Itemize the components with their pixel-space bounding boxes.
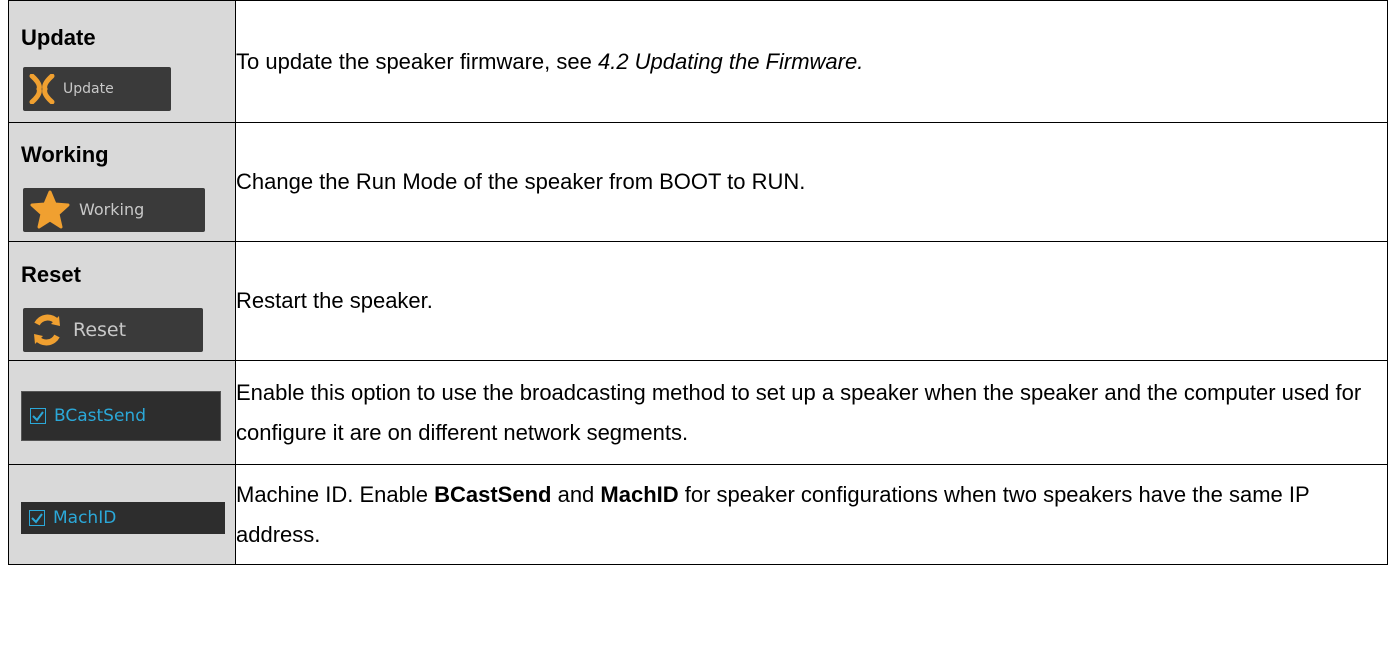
reset-button-label: Reset bbox=[73, 318, 127, 341]
description-cell: Restart the speaker. bbox=[235, 241, 1388, 361]
description-text: Machine ID. Enable bbox=[236, 481, 435, 507]
bcastsend-label: BCastSend bbox=[54, 405, 146, 426]
label-cell: BCastSend bbox=[8, 360, 236, 465]
table-row-update: Update Update To update the speaker firm… bbox=[8, 0, 1388, 123]
table-row-machid: MachID Machine ID. Enable BCastSend and … bbox=[8, 464, 1388, 565]
description-text: and bbox=[551, 481, 601, 507]
bold-term: MachID bbox=[600, 481, 679, 507]
bold-term: BCastSend bbox=[434, 481, 552, 507]
label-cell: Reset Reset bbox=[8, 241, 236, 361]
label-cell: Working Working bbox=[8, 122, 236, 242]
checkbox-box bbox=[30, 407, 46, 424]
description-cell: Change the Run Mode of the speaker from … bbox=[235, 122, 1388, 242]
bcastsend-checkbox[interactable]: BCastSend bbox=[21, 390, 221, 441]
row-label: Update bbox=[21, 24, 96, 50]
firmware-reference: 4.2 Updating the Firmware. bbox=[597, 48, 864, 74]
checkmark-icon bbox=[31, 512, 43, 524]
reset-button[interactable]: Reset bbox=[23, 307, 203, 352]
description-cell: Machine ID. Enable BCastSend and MachID … bbox=[235, 464, 1388, 565]
refresh-icon bbox=[34, 314, 60, 345]
label-cell: MachID bbox=[8, 464, 236, 565]
checkmark-icon bbox=[32, 410, 44, 422]
description-text: Restart the speaker. bbox=[236, 288, 433, 313]
working-button[interactable]: Working bbox=[23, 187, 205, 232]
description-cell: Enable this option to use the broadcasti… bbox=[235, 360, 1388, 465]
function-table: Update Update To update the speaker firm… bbox=[8, 0, 1388, 565]
machid-label: MachID bbox=[53, 507, 117, 528]
label-cell: Update Update bbox=[8, 0, 236, 123]
update-button[interactable]: Update bbox=[23, 66, 171, 111]
update-icon bbox=[29, 73, 55, 104]
description-text: To update the speaker firmware, see bbox=[236, 48, 598, 74]
update-button-label: Update bbox=[63, 80, 114, 97]
table-row-working: Working Working Change the Run Mode of t… bbox=[8, 122, 1388, 242]
table-row-reset: Reset Reset Restart the speaker. bbox=[8, 241, 1388, 361]
description-text: Enable this option to use the broadcasti… bbox=[236, 379, 1362, 445]
table-row-bcastsend: BCastSend Enable this option to use the … bbox=[8, 360, 1388, 465]
working-button-label: Working bbox=[79, 200, 145, 219]
row-label: Working bbox=[21, 141, 109, 167]
row-label: Reset bbox=[21, 261, 81, 287]
checkbox-box bbox=[29, 509, 45, 526]
description-cell: To update the speaker firmware, see 4.2 … bbox=[235, 0, 1388, 123]
machid-checkbox[interactable]: MachID bbox=[21, 501, 225, 534]
description-text: Change the Run Mode of the speaker from … bbox=[236, 169, 806, 194]
star-icon bbox=[30, 190, 70, 228]
